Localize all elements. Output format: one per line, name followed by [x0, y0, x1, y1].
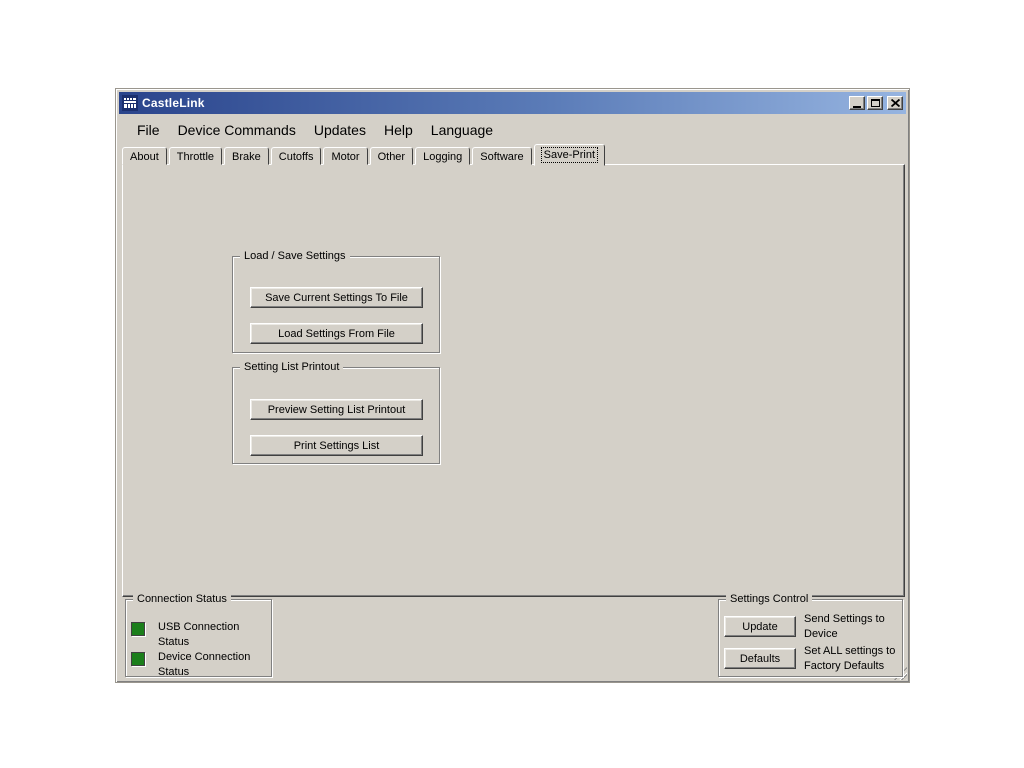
device-connection-status-row: Device Connection Status	[131, 650, 250, 680]
maximize-button[interactable]	[867, 96, 883, 110]
menu-bar: File Device Commands Updates Help Langua…	[120, 116, 905, 143]
close-button[interactable]	[887, 96, 903, 110]
settings-control-group-title: Settings Control	[726, 593, 812, 605]
tab-other[interactable]: Other	[370, 147, 414, 165]
load-save-settings-group-title: Load / Save Settings	[240, 250, 350, 262]
menu-device-commands[interactable]: Device Commands	[169, 119, 305, 141]
tab-logging[interactable]: Logging	[415, 147, 470, 165]
window-title: CastleLink	[142, 96, 205, 110]
setting-list-printout-group-title: Setting List Printout	[240, 361, 343, 373]
connection-status-group: Connection Status USB Connection Status …	[125, 599, 272, 677]
connection-status-group-title: Connection Status	[133, 593, 231, 605]
tab-about[interactable]: About	[122, 147, 167, 165]
menu-help[interactable]: Help	[375, 119, 422, 141]
tab-software[interactable]: Software	[472, 147, 531, 165]
usb-status-led	[131, 622, 145, 636]
defaults-button[interactable]: Defaults	[724, 648, 796, 669]
menu-updates[interactable]: Updates	[305, 119, 375, 141]
castlelink-window: CastleLink File Device Commands Updates …	[115, 88, 910, 683]
menu-file[interactable]: File	[128, 119, 169, 141]
usb-connection-status-row: USB Connection Status	[131, 620, 239, 650]
title-bar[interactable]: CastleLink	[119, 92, 906, 114]
load-save-settings-group: Load / Save Settings Save Current Settin…	[232, 256, 440, 353]
save-current-settings-button[interactable]: Save Current Settings To File	[250, 287, 423, 308]
tab-motor[interactable]: Motor	[323, 147, 367, 165]
setting-list-printout-group: Setting List Printout Preview Setting Li…	[232, 367, 440, 464]
menu-language[interactable]: Language	[422, 119, 502, 141]
minimize-icon	[853, 106, 861, 108]
device-connection-status-label: Device Connection Status	[158, 650, 250, 680]
maximize-icon	[871, 99, 880, 107]
preview-setting-list-button[interactable]: Preview Setting List Printout	[250, 399, 423, 420]
load-settings-from-file-button[interactable]: Load Settings From File	[250, 323, 423, 344]
usb-connection-status-label: USB Connection Status	[158, 620, 239, 650]
update-button[interactable]: Update	[724, 616, 796, 637]
castle-logo-icon	[122, 95, 138, 111]
update-description: Send Settings to Device	[804, 612, 885, 642]
print-settings-list-button[interactable]: Print Settings List	[250, 435, 423, 456]
close-icon	[891, 99, 900, 107]
tab-throttle[interactable]: Throttle	[169, 147, 222, 165]
settings-control-group: Settings Control Update Send Settings to…	[718, 599, 903, 677]
defaults-description: Set ALL settings to Factory Defaults	[804, 644, 895, 674]
device-status-led	[131, 652, 145, 666]
tab-cutoffs[interactable]: Cutoffs	[271, 147, 322, 165]
tab-save-print[interactable]: Save-Print	[534, 144, 605, 166]
minimize-button[interactable]	[849, 96, 865, 110]
tab-strip: About Throttle Brake Cutoffs Motor Other…	[122, 146, 607, 165]
tab-brake[interactable]: Brake	[224, 147, 269, 165]
